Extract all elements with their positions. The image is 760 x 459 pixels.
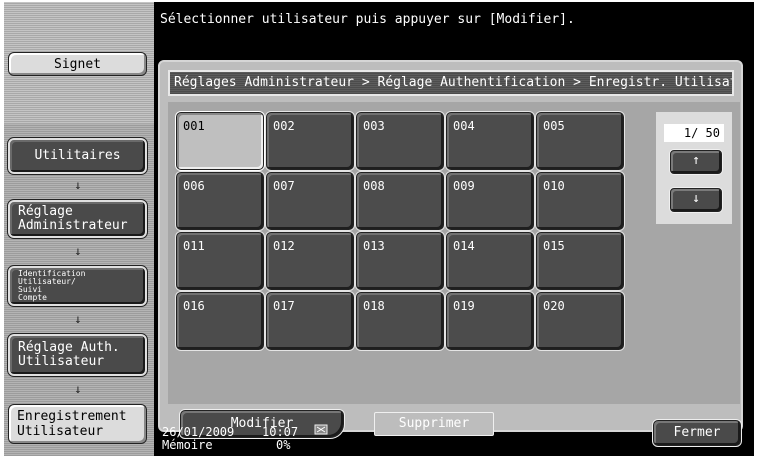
user-tile-number: 001	[183, 119, 205, 133]
user-tile-number: 014	[453, 239, 475, 253]
sidebar-item-label-line2: Utilisateur	[18, 354, 105, 369]
down-arrow-icon: ↓	[74, 178, 82, 192]
sidebar-item-label-line1: Enregistrement	[17, 409, 127, 424]
user-tile-number: 020	[543, 299, 565, 313]
sidebar-item-label-line1: Réglage Auth.	[18, 340, 120, 355]
sidebar-item-reglage-auth-utilisateur[interactable]: Réglage Auth. Utilisateur	[7, 333, 148, 377]
user-tile[interactable]: 020	[536, 292, 624, 350]
status-date-memory: 26/01/2009 Mémoire	[162, 426, 234, 452]
user-tile-number: 009	[453, 179, 475, 193]
user-tile-number: 013	[363, 239, 385, 253]
arrow-down-icon: ↓	[692, 191, 700, 206]
user-tile-number: 005	[543, 119, 565, 133]
user-tile[interactable]: 007	[266, 172, 354, 230]
user-tile-number: 007	[273, 179, 295, 193]
user-tile-number: 011	[183, 239, 205, 253]
main-panel: Réglages Administrateur > Réglage Authen…	[158, 60, 743, 438]
sidebar-item-label-line1: Réglage	[18, 204, 73, 219]
left-panel: Signet Utilitaires ↓ Réglage Administrat…	[4, 2, 154, 456]
status-time-memory: 10:07 0%	[262, 426, 298, 452]
user-tile[interactable]: 017	[266, 292, 354, 350]
bookmark-label: Signet	[54, 56, 101, 72]
page-down-button[interactable]: ↓	[670, 188, 722, 212]
sidebar-item-label: Utilitaires	[34, 148, 121, 163]
user-tile-number: 012	[273, 239, 295, 253]
user-tile[interactable]: 005	[536, 112, 624, 170]
user-tile[interactable]: 011	[176, 232, 264, 290]
user-tile[interactable]: 014	[446, 232, 534, 290]
user-tile[interactable]: 001	[176, 112, 264, 170]
memory-value: 0%	[276, 438, 291, 452]
user-tile[interactable]: 010	[536, 172, 624, 230]
page-up-button[interactable]: ↑	[670, 150, 722, 174]
sidebar-item-utilitaires[interactable]: Utilitaires	[7, 137, 148, 175]
sidebar-item-label-line2: Administrateur	[18, 218, 128, 233]
memory-label: Mémoire	[162, 438, 213, 452]
sidebar-item-reglage-administrateur[interactable]: Réglage Administrateur	[7, 199, 148, 239]
user-tile[interactable]: 012	[266, 232, 354, 290]
sidebar-item-label-line2: Utilisateur	[17, 424, 104, 439]
user-tile[interactable]: 015	[536, 232, 624, 290]
user-tile[interactable]: 004	[446, 112, 534, 170]
user-tile-number: 004	[453, 119, 475, 133]
user-tile-number: 015	[543, 239, 565, 253]
sidebar-item-enregistrement-utilisateur[interactable]: Enregistrement Utilisateur	[8, 404, 147, 444]
user-tile[interactable]: 013	[356, 232, 444, 290]
delete-button[interactable]: Supprimer	[374, 412, 494, 436]
user-tile-number: 018	[363, 299, 385, 313]
sidebar-item-identification-utilisateur[interactable]: Identification Utilisateur/ Suivi Compte	[7, 265, 148, 307]
user-tile-number: 019	[453, 299, 475, 313]
breadcrumb: Réglages Administrateur > Réglage Authen…	[168, 70, 734, 96]
down-arrow-icon: ↓	[74, 382, 82, 396]
user-tile[interactable]: 019	[446, 292, 534, 350]
page-indicator: 1/ 50	[664, 124, 724, 142]
user-tile[interactable]: 009	[446, 172, 534, 230]
user-tile[interactable]: 018	[356, 292, 444, 350]
user-tile-number: 006	[183, 179, 205, 193]
user-tile[interactable]: 016	[176, 292, 264, 350]
down-arrow-icon: ↓	[74, 312, 82, 326]
user-tile[interactable]: 002	[266, 112, 354, 170]
user-tile-number: 017	[273, 299, 295, 313]
user-tile[interactable]: 006	[176, 172, 264, 230]
user-tile-number: 002	[273, 119, 295, 133]
user-tile-number: 010	[543, 179, 565, 193]
user-grid-area: 001 002 003 004 005 006 007 008 009 010 011 012 013 0…	[168, 102, 740, 438]
down-arrow-icon: ↓	[74, 244, 82, 258]
arrow-up-icon: ↑	[692, 153, 700, 168]
user-tile-number: 003	[363, 119, 385, 133]
close-button[interactable]: Fermer	[653, 420, 741, 446]
screen: Signet Utilitaires ↓ Réglage Administrat…	[4, 2, 754, 456]
user-tile-number: 008	[363, 179, 385, 193]
user-tile-number: 016	[183, 299, 205, 313]
instruction-message: Sélectionner utilisateur puis appuyer su…	[160, 12, 575, 27]
bookmark-button[interactable]: Signet	[8, 52, 147, 76]
user-tile[interactable]: 003	[356, 112, 444, 170]
user-tile[interactable]: 008	[356, 172, 444, 230]
pager: 1/ 50 ↑ ↓	[656, 112, 732, 224]
machine-status-icon	[314, 422, 328, 436]
sidebar-item-label-line4: Compte	[18, 293, 47, 302]
